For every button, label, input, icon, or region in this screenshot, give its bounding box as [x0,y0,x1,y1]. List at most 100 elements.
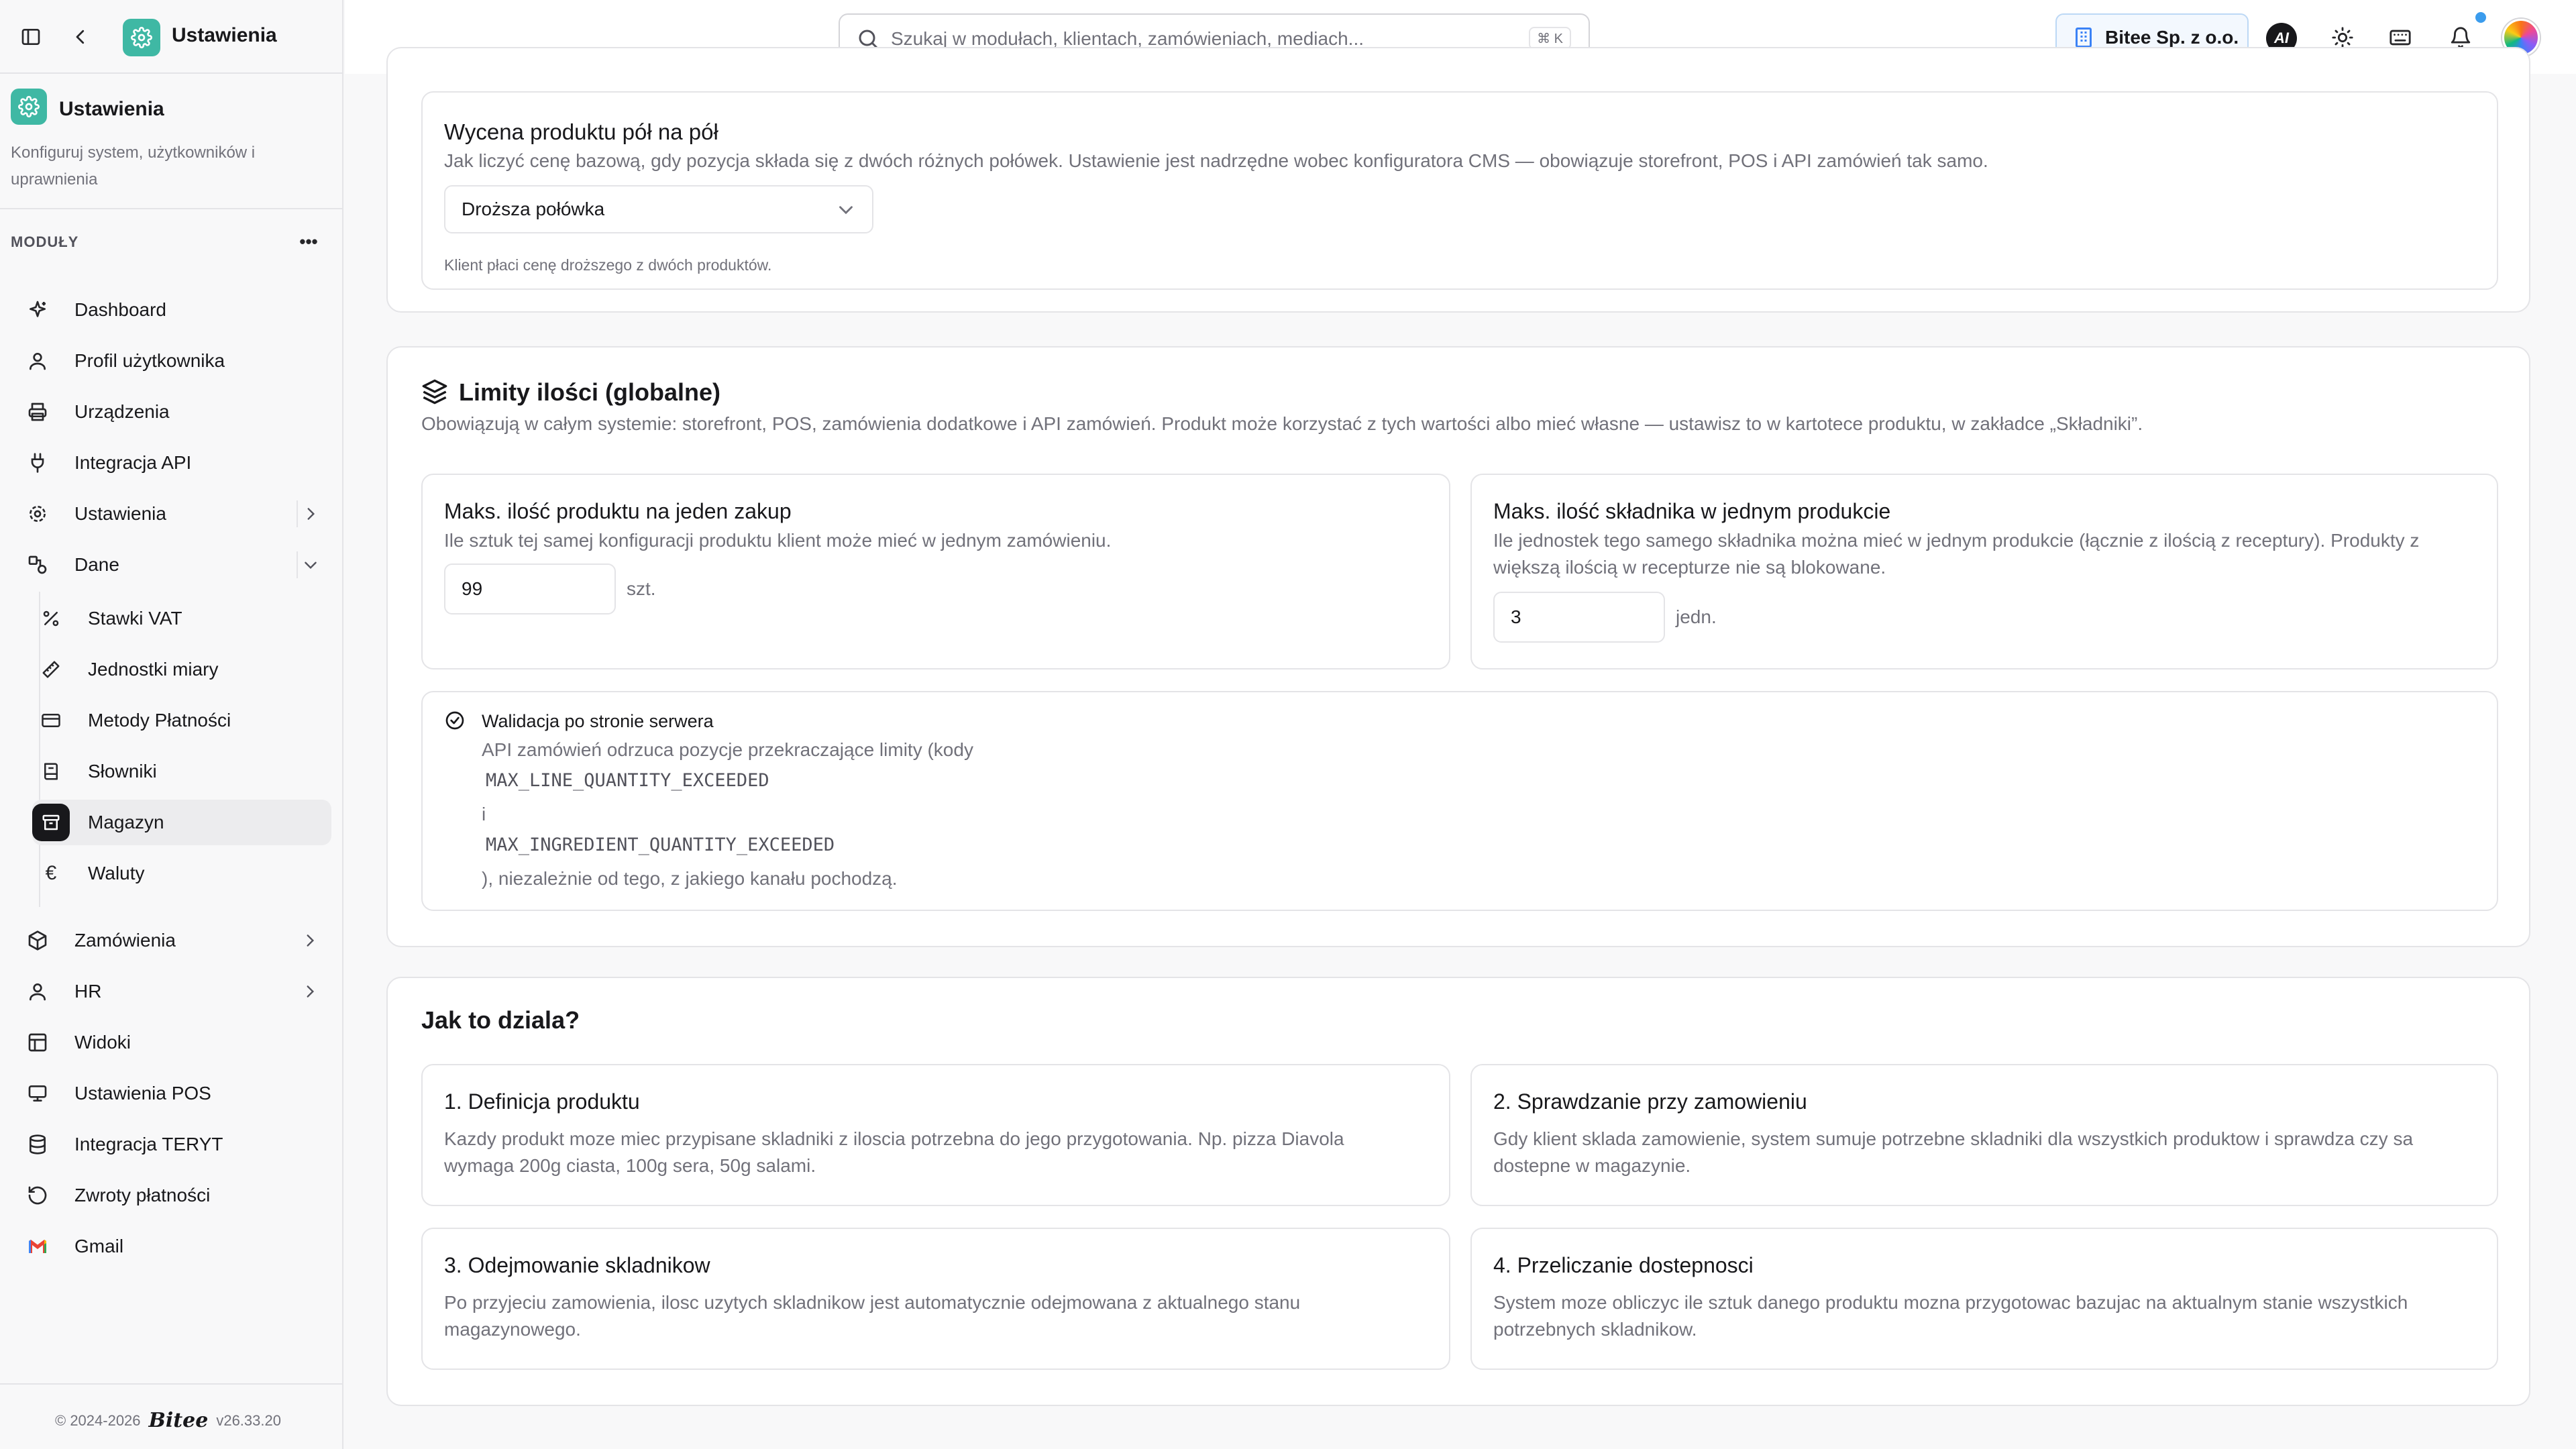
sidebar-item-devices[interactable]: Urządzenia [19,389,331,435]
gmail-icon [19,1228,56,1265]
back-icon[interactable] [67,23,94,50]
main-content: Wycena produktu pół na pół Jak liczyć ce… [345,47,2576,1449]
sidebar-item-currencies[interactable]: € Waluty [32,851,331,896]
pricing-title: Wycena produktu pół na pół [444,119,718,144]
gear-icon [18,96,40,117]
sidebar-item-data[interactable]: Dane [19,542,331,588]
app-logo [123,19,160,56]
brand-logo: Bitee [148,1409,209,1432]
gear-icon [19,495,56,533]
max-ingredient-description: Ile jednostek tego samego składnika możn… [1493,530,2420,578]
sidebar-item-teryt[interactable]: Integracja TERYT [19,1122,331,1167]
sidebar-item-payments[interactable]: Metody Płatności [32,698,331,743]
sidebar-item-settings[interactable]: Ustawienia [19,491,331,537]
archive-icon [32,804,70,841]
sidebar-item-label: Urządzenia [74,401,170,422]
sidebar: Ustawienia Ustawienia Konfiguruj system,… [0,0,343,1449]
chevron-right-icon[interactable] [297,927,323,954]
printer-icon [19,393,56,431]
sidebar-item-label: Dane [74,554,119,575]
notification-dot [2475,12,2486,23]
app-root: Ustawienia Ustawienia Konfiguruj system,… [0,0,2576,1449]
chevron-down-icon[interactable] [297,551,323,578]
sidebar-item-pos[interactable]: Ustawienia POS [19,1071,331,1116]
validation-line-2: ), niezależnie od tego, z jakiego kanału… [482,868,898,889]
sidebar-item-hr[interactable]: HR [19,969,331,1014]
validation-conjunction: i [482,804,486,824]
sidebar-item-dictionaries[interactable]: Słowniki [32,749,331,794]
sidebar-item-label: Metody Płatności [88,710,231,731]
euro-icon: € [45,862,57,884]
ruler-icon [32,651,70,688]
monitor-icon [19,1075,56,1112]
search-shortcut: ⌘ K [1529,27,1571,50]
max-product-unit: szt. [627,578,656,599]
sidebar-top-bar: Ustawienia [0,0,342,74]
sidebar-item-vat[interactable]: Stawki VAT [32,596,331,641]
step-text: Gdy klient sklada zamowienie, system sum… [1493,1128,2414,1176]
database-icon [19,1126,56,1163]
max-product-title: Maks. ilość produktu na jeden zakup [444,499,792,523]
step-text: Po przyjeciu zamowienia, ilosc uzytych s… [444,1292,1301,1340]
step-card: 2. Sprawdzanie przy zamowieniu Gdy klien… [1470,1064,2498,1206]
sidebar-item-label: Gmail [74,1236,124,1256]
credit-card-icon [32,702,70,739]
sidebar-item-dashboard[interactable]: Dashboard [19,287,331,333]
toggle-sidebar-icon[interactable] [17,23,44,50]
half-half-pricing-panel: Wycena produktu pół na pół Jak liczyć ce… [421,91,2498,290]
step-title: 3. Odejmowanie skladnikow [444,1253,710,1277]
user-icon [19,973,56,1010]
sidebar-item-gmail[interactable]: Gmail [19,1224,331,1269]
pricing-mode-value: Droższa połówka [462,199,605,219]
step-card: 1. Definicja produktu Kazdy produkt moze… [421,1064,1450,1206]
sidebar-item-label: Integracja API [74,452,192,473]
pricing-description: Jak liczyć cenę bazową, gdy pozycja skła… [444,150,1988,171]
chevron-right-icon[interactable] [297,978,323,1005]
step-card: 3. Odejmowanie skladnikow Po przyjeciu z… [421,1228,1450,1370]
validation-title: Walidacja po stronie serwera [482,711,714,731]
sidebar-item-units[interactable]: Jednostki miary [32,647,331,692]
sidebar-item-orders[interactable]: Zamówienia [19,918,331,963]
max-ingredient-input[interactable]: 3 [1493,592,1665,643]
organization-name: Bitee Sp. z o.o. [2105,27,2239,48]
more-icon[interactable]: ••• [295,228,322,255]
sidebar-item-warehouse[interactable]: Magazyn [32,800,331,845]
max-product-value: 99 [462,578,483,599]
plug-icon [19,444,56,482]
step-title: 2. Sprawdzanie przy zamowieniu [1493,1089,1807,1114]
limits-description: Obowiązują w całym systemie: storefront,… [421,413,2143,434]
validation-code-2: MAX_INGREDIENT_QUANTITY_EXCEEDED [486,835,835,855]
sidebar-item-label: Widoki [74,1032,131,1053]
max-ingredient-value: 3 [1511,606,1521,627]
building-icon [2076,28,2092,48]
sidebar-item-label: Słowniki [88,761,157,782]
server-validation-panel: Walidacja po stronie serwera API zamówie… [421,691,2498,911]
sidebar-item-refunds[interactable]: Zwroty płatności [19,1173,331,1218]
sidebar-item-profile[interactable]: Profil użytkownika [19,338,331,384]
pricing-hint: Klient płaci cenę droższego z dwóch prod… [444,256,772,274]
max-ingredient-title: Maks. ilość składnika w jednym produkcie [1493,499,1891,523]
sidebar-item-api[interactable]: Integracja API [19,440,331,486]
shapes-icon [19,546,56,584]
chevron-down-icon [839,206,853,215]
rotate-ccw-icon [19,1177,56,1214]
max-product-input[interactable]: 99 [444,564,616,614]
layout-icon [19,1024,56,1061]
validation-code-1: MAX_LINE_QUANTITY_EXCEEDED [486,770,769,791]
sparkle-icon [19,291,56,329]
module-logo [11,89,47,125]
step-title: 4. Przeliczanie dostepnosci [1493,1253,1754,1277]
pricing-mode-select[interactable]: Droższa połówka [444,185,873,233]
sidebar-item-label: Ustawienia [74,503,166,524]
book-icon [32,753,70,790]
pricing-card: Wycena produktu pół na pół Jak liczyć ce… [386,47,2530,313]
layers-icon [422,379,447,405]
max-product-panel: Maks. ilość produktu na jeden zakup Ile … [421,474,1450,669]
chevron-right-icon[interactable] [297,500,323,527]
package-icon [19,922,56,959]
max-ingredient-unit: jedn. [1676,606,1717,627]
sidebar-item-views[interactable]: Widoki [19,1020,331,1065]
app-name: Ustawienia [172,24,277,46]
how-it-works-card: Jak to dziala? 1. Definicja produktu Kaz… [386,977,2530,1406]
sidebar-header: Ustawienia Konfiguruj system, użytkownik… [0,75,342,209]
